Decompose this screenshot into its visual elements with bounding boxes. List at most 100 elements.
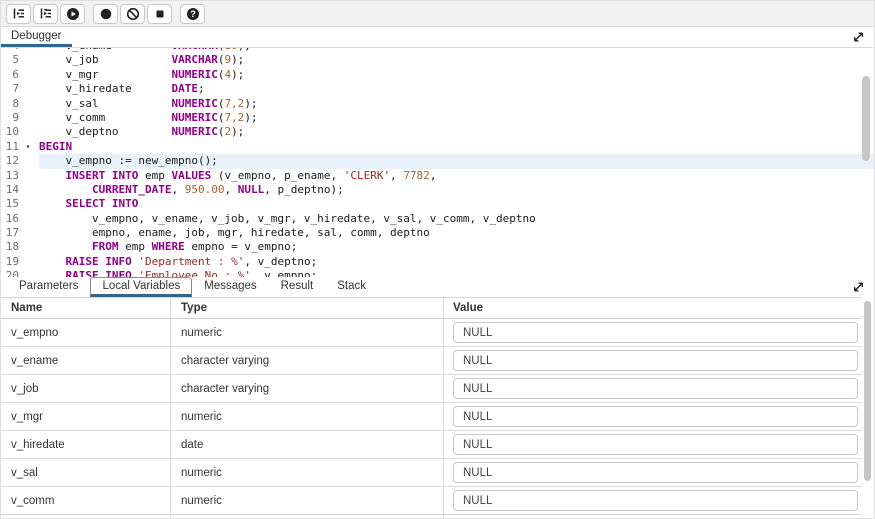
code-line-6[interactable]: 6 v_mgr NUMERIC(4); xyxy=(1,68,874,82)
code-line-13[interactable]: 13 INSERT INTO emp VALUES (v_empno, p_en… xyxy=(1,169,874,183)
toggle-breakpoint-button[interactable] xyxy=(93,4,118,24)
fold-arrow-icon[interactable]: ▾ xyxy=(19,140,37,154)
code-line-8[interactable]: 8 v_sal NUMERIC(7,2); xyxy=(1,97,874,111)
code-line-9[interactable]: 9 v_comm NUMERIC(7,2); xyxy=(1,111,874,125)
variable-value-input[interactable] xyxy=(453,322,858,343)
line-gutter[interactable]: 5 xyxy=(1,53,39,67)
code-editor[interactable]: 4 v_ename VARCHAR(10);5 v_job VARCHAR(9)… xyxy=(1,48,874,277)
variable-value-input[interactable] xyxy=(453,378,858,399)
line-gutter[interactable]: 20 xyxy=(1,269,39,277)
stop-square-icon xyxy=(153,7,167,21)
line-number: 15 xyxy=(1,197,19,211)
code-text: FROM emp WHERE empno = v_empno; xyxy=(39,240,874,254)
variable-type-cell[interactable]: numeric xyxy=(171,319,444,346)
variable-name-cell[interactable]: v_job xyxy=(1,375,171,402)
variable-name-cell[interactable]: v_ename xyxy=(1,347,171,374)
step-into-button[interactable] xyxy=(6,4,31,24)
tab-stack[interactable]: Stack xyxy=(325,277,378,297)
line-gutter[interactable]: 19 xyxy=(1,255,39,269)
editor-expand-button[interactable] xyxy=(852,31,865,44)
line-gutter[interactable]: 12 xyxy=(1,154,39,168)
debug-toolbar: ? xyxy=(1,1,874,27)
expand-icon xyxy=(852,32,865,47)
column-header-value[interactable]: Value xyxy=(444,298,862,318)
code-line-7[interactable]: 7 v_hiredate DATE; xyxy=(1,82,874,96)
fold-gutter-spacer xyxy=(19,197,37,211)
tab-messages[interactable]: Messages xyxy=(192,277,268,297)
panel-expand-button[interactable] xyxy=(852,281,865,294)
line-number: 17 xyxy=(1,226,19,240)
variable-value-input[interactable] xyxy=(453,350,858,371)
variable-value-input[interactable] xyxy=(453,406,858,427)
variable-type-cell[interactable] xyxy=(171,515,444,519)
code-line-12[interactable]: 12 v_empno := new_empno(); xyxy=(1,154,874,168)
line-gutter[interactable]: 13 xyxy=(1,169,39,183)
tab-result[interactable]: Result xyxy=(269,277,326,297)
variable-value-input[interactable] xyxy=(453,434,858,455)
line-gutter[interactable]: 6 xyxy=(1,68,39,82)
variable-name-cell[interactable]: v_hiredate xyxy=(1,431,171,458)
line-gutter[interactable]: 8 xyxy=(1,97,39,111)
variable-name-cell[interactable]: v_sal xyxy=(1,459,171,486)
code-line-11[interactable]: 11▾BEGIN xyxy=(1,140,874,154)
code-line-15[interactable]: 15 SELECT INTO xyxy=(1,197,874,211)
variable-row-partial xyxy=(1,515,862,519)
line-gutter[interactable]: 9 xyxy=(1,111,39,125)
line-gutter[interactable]: 17 xyxy=(1,226,39,240)
svg-text:?: ? xyxy=(190,9,196,19)
tab-debugger-label: Debugger xyxy=(11,30,62,42)
line-gutter[interactable]: 10 xyxy=(1,125,39,139)
clear-all-breakpoints-button[interactable] xyxy=(120,4,145,24)
variable-type-cell[interactable]: numeric xyxy=(171,487,444,514)
code-line-14[interactable]: 14 CURRENT_DATE, 950.00, NULL, p_deptno)… xyxy=(1,183,874,197)
variable-name-cell[interactable] xyxy=(1,515,171,519)
code-line-10[interactable]: 10 v_deptno NUMERIC(2); xyxy=(1,125,874,139)
code-line-17[interactable]: 17 empno, ename, job, mgr, hiredate, sal… xyxy=(1,226,874,240)
code-line-18[interactable]: 18 FROM emp WHERE empno = v_empno; xyxy=(1,240,874,254)
column-header-name[interactable]: Name xyxy=(1,298,171,318)
tab-parameters[interactable]: Parameters xyxy=(7,277,90,297)
code-line-5[interactable]: 5 v_job VARCHAR(9); xyxy=(1,53,874,67)
tab-local-variables[interactable]: Local Variables xyxy=(90,277,192,297)
variable-row-v_mgr: v_mgrnumeric xyxy=(1,403,862,431)
variable-type-cell[interactable]: character varying xyxy=(171,347,444,374)
variable-row-v_job: v_jobcharacter varying xyxy=(1,375,862,403)
variable-type-cell[interactable]: character varying xyxy=(171,375,444,402)
line-gutter[interactable]: 14 xyxy=(1,183,39,197)
code-text: BEGIN xyxy=(39,140,874,154)
fold-gutter-spacer xyxy=(19,125,37,139)
variable-name-cell[interactable]: v_empno xyxy=(1,319,171,346)
tab-debugger[interactable]: Debugger xyxy=(1,27,72,47)
variable-row-v_sal: v_salnumeric xyxy=(1,459,862,487)
line-gutter[interactable]: 11▾ xyxy=(1,140,39,154)
code-line-19[interactable]: 19 RAISE INFO 'Department : %', v_deptno… xyxy=(1,255,874,269)
variable-type-cell[interactable]: date xyxy=(171,431,444,458)
column-header-type[interactable]: Type xyxy=(171,298,444,318)
table-scrollbar-thumb[interactable] xyxy=(864,301,871,481)
line-number: 14 xyxy=(1,183,19,197)
variable-name-cell[interactable]: v_mgr xyxy=(1,403,171,430)
variable-type-cell[interactable]: numeric xyxy=(171,403,444,430)
line-gutter[interactable]: 15 xyxy=(1,197,39,211)
editor-scrollbar-thumb[interactable] xyxy=(862,76,870,161)
stop-button[interactable] xyxy=(147,4,172,24)
code-line-20[interactable]: 20 RAISE INFO 'Employee No : %', v_empno… xyxy=(1,269,874,277)
continue-button[interactable] xyxy=(60,4,85,24)
variable-value-input[interactable] xyxy=(453,462,858,483)
help-circle-icon: ? xyxy=(186,7,200,21)
line-number: 5 xyxy=(1,53,19,67)
variable-type-cell[interactable]: numeric xyxy=(171,459,444,486)
line-gutter[interactable]: 16 xyxy=(1,212,39,226)
line-gutter[interactable]: 7 xyxy=(1,82,39,96)
step-over-button[interactable] xyxy=(33,4,58,24)
variable-name-cell[interactable]: v_comm xyxy=(1,487,171,514)
variable-value-cell xyxy=(444,515,862,519)
help-button[interactable]: ? xyxy=(180,4,205,24)
code-line-16[interactable]: 16 v_empno, v_ename, v_job, v_mgr, v_hir… xyxy=(1,212,874,226)
variable-value-input[interactable] xyxy=(453,490,858,511)
fold-gutter-spacer xyxy=(19,255,37,269)
line-gutter[interactable]: 18 xyxy=(1,240,39,254)
line-number: 13 xyxy=(1,169,19,183)
step-over-icon xyxy=(39,7,53,20)
table-body: v_empnonumericv_enamecharacter varyingv_… xyxy=(1,319,862,519)
